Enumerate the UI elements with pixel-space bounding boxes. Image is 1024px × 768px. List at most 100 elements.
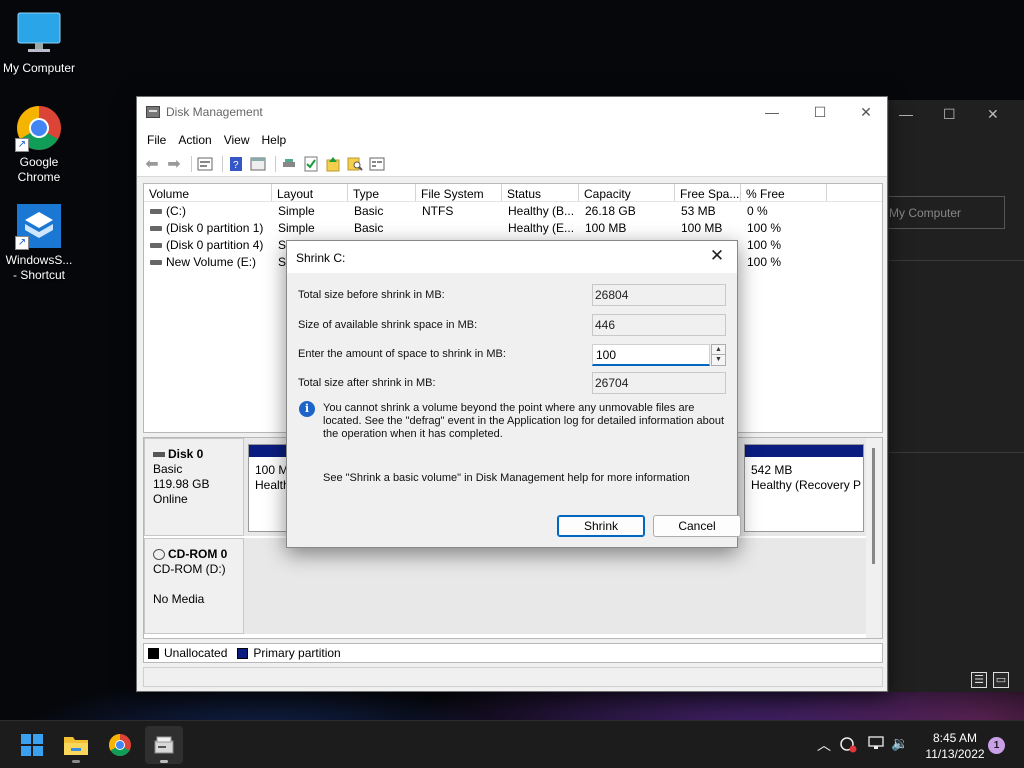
running-indicator	[160, 760, 168, 763]
spin-down-icon[interactable]: ▼	[712, 355, 725, 365]
minimize-button[interactable]: —	[757, 101, 787, 123]
table-row[interactable]: (C:) Simple Basic NTFS Healthy (B... 26.…	[144, 202, 882, 219]
cdrom-0-block: CD-ROM 0 CD-ROM (D:) No Media	[144, 538, 866, 634]
partition-left[interactable]: 100 M Health	[248, 444, 290, 532]
menu-view[interactable]: View	[224, 129, 258, 151]
partition-size: 100 M	[255, 463, 289, 477]
upload-icon[interactable]	[324, 156, 342, 172]
background-explorer-window[interactable]: — ☐ ✕ My Computer	[888, 100, 1024, 692]
taskbar-disk-management[interactable]	[145, 726, 183, 764]
column-header-type[interactable]: Type	[348, 184, 416, 201]
check-icon[interactable]	[302, 156, 320, 172]
volume-free-space: 100 MB	[681, 221, 723, 235]
partition-size: 542 MB	[751, 463, 793, 477]
network-icon[interactable]	[866, 735, 886, 754]
taskbar-file-explorer[interactable]	[57, 726, 95, 764]
chevron-up-icon[interactable]: ︿	[814, 735, 834, 755]
volume-name: New Volume (E:)	[166, 255, 257, 269]
volume-percent-free: 0 %	[747, 204, 768, 218]
desktop-icon-label: My Computer	[2, 61, 76, 75]
back-arrow-icon[interactable]: ⬅	[143, 156, 161, 173]
disk-size: 119.98 GB	[153, 477, 210, 491]
folder-icon	[64, 737, 88, 755]
volume-capacity: 100 MB	[585, 221, 627, 235]
volume-name: (Disk 0 partition 1)	[166, 221, 264, 235]
menu-file[interactable]: File	[147, 129, 174, 151]
total-after-value: 26704	[592, 372, 726, 394]
volume-capacity: 26.18 GB	[585, 204, 636, 218]
desktop-icon-label: Google Chrome	[17, 155, 61, 184]
cdrom-media: No Media	[153, 592, 205, 606]
volume-layout: Simple	[278, 204, 315, 218]
volume-speaker-icon[interactable]: 🔉	[890, 735, 910, 752]
dialog-title: Shrink C:	[296, 251, 346, 265]
status-bar	[143, 667, 883, 687]
volume-list-header: Volume Layout Type File System Status Ca…	[144, 184, 882, 202]
desktop-icon-windows-shortcut[interactable]: ↗ WindowsS... - Shortcut	[0, 202, 78, 283]
desktop-icon-my-computer[interactable]: My Computer	[0, 10, 78, 76]
dialog-close-button[interactable]: ✕	[705, 246, 729, 266]
cdrom-name: CD-ROM 0	[168, 547, 228, 561]
primary-partition-swatch	[237, 647, 249, 659]
column-header-status[interactable]: Status	[502, 184, 579, 201]
toolbar-separator	[222, 155, 223, 172]
desktop-icon-google-chrome[interactable]: ↗ Google Chrome	[0, 104, 78, 185]
column-header-layout[interactable]: Layout	[272, 184, 348, 201]
column-header-percent-free[interactable]: % Free	[741, 184, 827, 201]
cdrom-drive: CD-ROM (D:)	[153, 562, 226, 576]
maximize-button[interactable]: ☐	[805, 101, 835, 123]
minimize-icon[interactable]: —	[899, 106, 913, 122]
legend-primary-partition: Primary partition	[253, 646, 341, 660]
spin-up-icon[interactable]: ▲	[712, 345, 725, 355]
disk-management-icon	[146, 106, 160, 118]
properties-icon[interactable]	[196, 156, 214, 172]
table-row[interactable]: (Disk 0 partition 1) Simple Basic Health…	[144, 219, 882, 236]
help-icon[interactable]: ?	[227, 156, 245, 172]
start-button[interactable]	[13, 726, 51, 764]
notification-badge[interactable]: 1	[988, 737, 1005, 754]
help-text: See "Shrink a basic volume" in Disk Mana…	[323, 472, 690, 484]
column-header-volume[interactable]: Volume	[144, 184, 272, 201]
cancel-button[interactable]: Cancel	[653, 515, 741, 537]
title-bar[interactable]: Disk Management — ☐ ✕	[137, 97, 887, 129]
volume-status: Healthy (E...	[508, 221, 575, 235]
close-icon[interactable]: ✕	[987, 106, 999, 123]
monitor-icon	[15, 10, 63, 58]
forward-arrow-icon[interactable]: ➡	[165, 156, 183, 173]
address-bar[interactable]: My Computer	[889, 196, 1005, 229]
dialog-title-bar[interactable]: Shrink C: ✕	[287, 241, 737, 273]
taskbar: ︿ 🔉 8:45 AM 11/13/2022 1	[0, 720, 1024, 768]
partition-status: Health	[255, 478, 289, 492]
unallocated-swatch	[148, 647, 159, 659]
tiles-view-icon[interactable]: ▭	[993, 672, 1009, 688]
column-header-free-space[interactable]: Free Spa...	[675, 184, 741, 201]
disk-pane-scrollbar[interactable]	[866, 438, 882, 638]
shrink-amount-input[interactable]: 100	[592, 344, 710, 366]
column-header-file-system[interactable]: File System	[416, 184, 502, 201]
maximize-icon[interactable]: ☐	[943, 106, 956, 123]
update-sync-icon[interactable]	[838, 735, 858, 756]
partition-bar	[745, 445, 863, 457]
shrink-amount-spinner[interactable]: ▲ ▼	[711, 344, 726, 366]
cdrom-0-label[interactable]: CD-ROM 0 CD-ROM (D:) No Media	[144, 538, 244, 634]
partition-recovery[interactable]: 542 MB Healthy (Recovery P	[744, 444, 864, 532]
menu-help[interactable]: Help	[262, 129, 295, 151]
view-list-icon[interactable]	[368, 156, 386, 172]
menu-action[interactable]: Action	[178, 129, 219, 151]
connect-icon[interactable]	[280, 156, 298, 172]
disk-name: Disk 0	[168, 447, 204, 461]
column-header-capacity[interactable]: Capacity	[579, 184, 675, 201]
menu-bar: File Action View Help	[137, 129, 887, 151]
desktop-icon-label: WindowsS... - Shortcut	[5, 253, 73, 282]
divider	[889, 260, 1024, 261]
clock[interactable]: 8:45 AM 11/13/2022	[920, 730, 990, 762]
search-icon[interactable]	[346, 156, 364, 172]
disk-0-label[interactable]: Disk 0 Basic 119.98 GB Online	[144, 438, 244, 536]
total-before-value: 26804	[592, 284, 726, 306]
taskbar-chrome[interactable]	[101, 726, 139, 764]
close-button[interactable]: ✕	[851, 101, 881, 123]
scrollbar-thumb[interactable]	[872, 448, 875, 564]
console-icon[interactable]	[249, 156, 267, 172]
details-view-icon[interactable]: ☰	[971, 672, 987, 688]
shrink-button[interactable]: Shrink	[557, 515, 645, 537]
